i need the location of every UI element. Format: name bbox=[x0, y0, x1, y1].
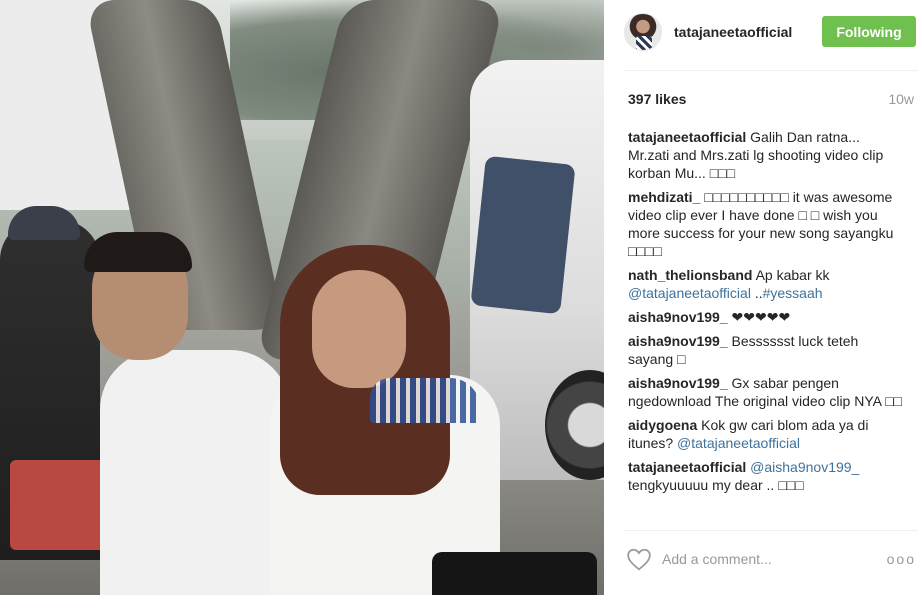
hanging-jacket bbox=[470, 155, 576, 315]
comment-text: tengkyuuuuu my dear .. □□□ bbox=[628, 477, 804, 493]
comment-author[interactable]: nath_thelionsband bbox=[628, 267, 752, 283]
comment-author[interactable]: mehdizati_ bbox=[628, 189, 700, 205]
comment-text-after: .. bbox=[750, 285, 763, 301]
likes-count[interactable]: 397 likes bbox=[628, 91, 686, 107]
comment-text: Ap kabar kk bbox=[755, 267, 830, 283]
comment-author[interactable]: aisha9nov199_ bbox=[628, 333, 728, 349]
profile-avatar[interactable] bbox=[624, 13, 662, 51]
more-options-icon[interactable]: ooo bbox=[887, 551, 916, 567]
post-header: tatajaneetaofficial Following bbox=[624, 12, 918, 52]
comment-author[interactable]: tatajaneetaofficial bbox=[628, 459, 746, 475]
man-hair bbox=[84, 232, 192, 272]
comment-item: aisha9nov199_ Gx sabar pengen ngedownloa… bbox=[628, 374, 902, 410]
black-bag bbox=[432, 552, 597, 595]
comment-item: aisha9nov199_ Besssssst luck teteh sayan… bbox=[628, 332, 902, 368]
comments-divider bbox=[624, 530, 918, 531]
comment-item: tatajaneetaofficial @aisha9nov199_ tengk… bbox=[628, 458, 902, 494]
post-photo[interactable] bbox=[0, 0, 604, 595]
man-shirt bbox=[100, 350, 290, 595]
comment-item: aidygoena Kok gw cari blom ada ya di itu… bbox=[628, 416, 902, 452]
following-button[interactable]: Following bbox=[822, 16, 916, 47]
comment-list: tatajaneetaofficial Galih Dan ratna... M… bbox=[628, 128, 902, 500]
blouse-embroidery bbox=[370, 378, 480, 423]
comment-item: mehdizati_ □□□□□□□□□□ it was awesome vid… bbox=[628, 188, 902, 260]
comment-bar: ooo bbox=[624, 542, 918, 576]
add-comment-input[interactable] bbox=[662, 551, 872, 567]
comment-mention[interactable]: @tatajaneetaofficial bbox=[677, 435, 800, 451]
comment-item: nath_thelionsband Ap kabar kk @tatajanee… bbox=[628, 266, 902, 302]
woman-face bbox=[312, 270, 406, 388]
person-hat bbox=[8, 206, 80, 240]
post-username[interactable]: tatajaneetaofficial bbox=[674, 24, 792, 40]
heart-icon[interactable] bbox=[626, 547, 652, 571]
comment-hashtag[interactable]: #yessaah bbox=[763, 285, 823, 301]
comment-mention[interactable]: @aisha9nov199_ bbox=[750, 459, 859, 475]
post-sidebar: tatajaneetaofficial Following 397 likes … bbox=[604, 0, 918, 595]
comment-author[interactable]: aisha9nov199_ bbox=[628, 375, 728, 391]
comment-author[interactable]: tatajaneetaofficial bbox=[628, 129, 746, 145]
comment-author[interactable]: aisha9nov199_ bbox=[628, 309, 728, 325]
comment-item: aisha9nov199_ ❤❤❤❤❤ bbox=[628, 308, 902, 326]
comment-text: ❤❤❤❤❤ bbox=[731, 309, 791, 325]
comment-item: tatajaneetaofficial Galih Dan ratna... M… bbox=[628, 128, 902, 182]
post-time: 10w bbox=[888, 91, 914, 107]
comment-mention[interactable]: @tatajaneetaofficial bbox=[628, 285, 751, 301]
header-divider bbox=[624, 70, 918, 71]
comment-author[interactable]: aidygoena bbox=[628, 417, 697, 433]
